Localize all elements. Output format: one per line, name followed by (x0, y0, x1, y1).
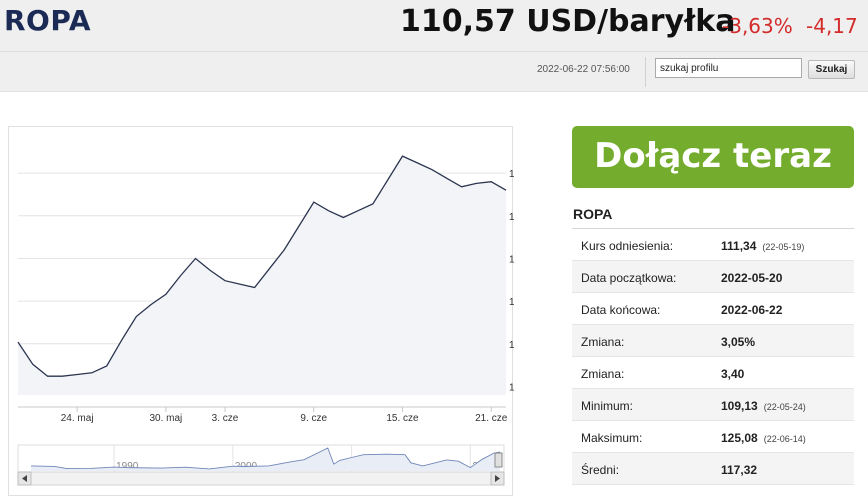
info-value-number: 117,32 (721, 463, 758, 477)
info-row-value: 125,08 (22-06-14) (721, 431, 806, 445)
info-row-label: Zmiana: (581, 335, 625, 349)
navigator-scrollbar[interactable] (17, 471, 505, 486)
info-value-number: 2022-06-22 (721, 303, 783, 317)
info-value-number: 3,05% (721, 335, 756, 349)
info-table: Kurs odniesienia: 111,34 (22-05-19) Data po… (572, 228, 854, 485)
search-button[interactable]: Szukaj (808, 60, 855, 79)
header-divider (0, 51, 868, 52)
y-tick-label: 117,50 (509, 254, 514, 265)
info-row-label: Data końcowa: (581, 303, 661, 317)
search-separator (645, 57, 646, 87)
x-tick-label: 15. cze (386, 413, 419, 424)
info-row: Zmiana: 3,40 (572, 357, 854, 389)
info-row: Data początkowa: 2022-05-20 (572, 261, 854, 293)
y-tick-label: 115,00 (509, 297, 514, 308)
info-panel-title: ROPA (573, 206, 613, 222)
join-now-button[interactable]: Dołącz teraz (572, 126, 854, 188)
info-row: Zmiana: 3,05% (572, 325, 854, 357)
info-row-label: Zmiana: (581, 367, 625, 381)
info-row-label: Data początkowa: (581, 271, 677, 285)
info-value-date: (22-05-24) (763, 402, 806, 412)
change-percent: -3,63% (722, 14, 793, 38)
x-tick-label: 24. maj (61, 413, 94, 424)
change-absolute: -4,17 (806, 14, 858, 38)
info-row: Średni: 117,32 (572, 453, 854, 485)
info-row-value: 3,05% (721, 335, 755, 349)
scrollbar-track[interactable] (17, 471, 505, 486)
y-tick-label: 120,00 (509, 212, 514, 223)
info-row-value: 2022-05-20 (721, 271, 782, 285)
quote-timestamp: 2022-06-22 07:56:00 (537, 64, 630, 75)
price-area-fill (18, 156, 506, 395)
chart-panel: 110,00 112,50 115,00 117,50 120,00 122,50 24.… (8, 126, 540, 497)
info-row-label: Minimum: (581, 399, 634, 413)
info-value-date: (22-05-19) (762, 242, 805, 252)
navigator-handle[interactable] (494, 452, 503, 468)
current-price: 110,57 USD/baryłka (400, 4, 736, 39)
info-value-number: 2022-05-20 (721, 271, 783, 285)
y-tick-label: 112,50 (509, 340, 514, 351)
x-tick-label: 21. cze (475, 413, 508, 424)
x-tick-label: 3. cze (212, 413, 239, 424)
info-row: Kurs odniesienia: 111,34 (22-05-19) (572, 229, 854, 261)
info-row-label: Średni: (581, 463, 620, 477)
y-tick-label: 122,50 (509, 169, 514, 180)
info-row-label: Kurs odniesienia: (581, 239, 674, 253)
info-row: Minimum: 109,13 (22-05-24) (572, 389, 854, 421)
info-value-number: 111,34 (721, 239, 757, 253)
info-row: Maksimum: 125,08 (22-06-14) (572, 421, 854, 453)
info-value-date: (22-06-14) (763, 434, 806, 444)
info-row-value: 3,40 (721, 367, 744, 381)
info-value-number: 125,08 (721, 431, 758, 445)
info-row-value: 109,13 (22-05-24) (721, 399, 806, 413)
info-row: Data końcowa: 2022-06-22 (572, 293, 854, 325)
y-tick-label: 110,00 (509, 382, 514, 393)
info-row-value: 2022-06-22 (721, 303, 782, 317)
x-tick-label: 30. maj (149, 413, 182, 424)
info-value-number: 3,40 (721, 367, 745, 381)
info-row-value: 111,34 (22-05-19) (721, 239, 804, 253)
search-input[interactable] (655, 58, 802, 78)
info-row-label: Maksimum: (581, 431, 643, 445)
price-chart[interactable]: 110,00 112,50 115,00 117,50 120,00 122,50 24.… (9, 127, 540, 497)
info-value-number: 109,13 (721, 399, 758, 413)
info-row-value: 117,32 (721, 463, 757, 477)
instrument-title: ROPA (4, 4, 91, 37)
x-tick-label: 9. cze (300, 413, 327, 424)
header-bar: ROPA 110,57 USD/baryłka -3,63% -4,17 202… (0, 0, 868, 92)
